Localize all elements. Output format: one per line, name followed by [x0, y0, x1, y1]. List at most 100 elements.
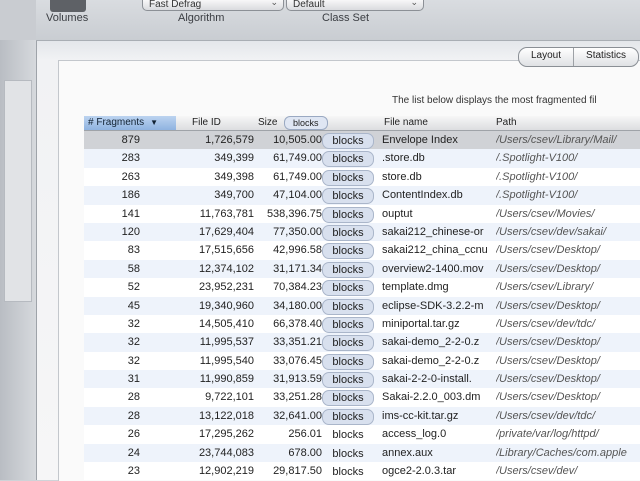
column-path[interactable]: Path — [496, 117, 517, 128]
file-name-cell: Envelope Index — [382, 134, 458, 146]
path-cell: /Users/csev/Desktop/ — [496, 354, 600, 367]
fragments-cell: 83 — [127, 244, 140, 257]
file-id-cell: 19,340,960 — [198, 299, 254, 312]
table-row[interactable]: 52 23,952,231 70,384.23 blocks template.dmg /… — [84, 278, 640, 297]
path-cell: /.Spotlight-V100/ — [496, 152, 578, 165]
sidebar-list[interactable] — [4, 80, 32, 302]
file-id-cell: 1,726,579 — [205, 134, 254, 146]
fragments-cell: 24 — [127, 446, 140, 459]
size-unit-badge: blocks — [322, 316, 374, 333]
file-name-cell: ogce2-2.0.3.tar — [382, 465, 456, 478]
tab-layout[interactable]: Layout — [519, 48, 575, 66]
fragments-cell: 283 — [121, 152, 140, 165]
file-name-cell: sakai-demo_2-2-0.z — [382, 336, 480, 349]
path-cell: /.Spotlight-V100/ — [496, 170, 578, 183]
size-cell: 33,076.45 — [273, 354, 322, 367]
file-id-cell: 349,700 — [214, 189, 254, 202]
file-id-cell: 349,399 — [214, 152, 254, 165]
table-row[interactable]: 26 17,295,262 256.01 blocks access_log.0/pri… — [84, 425, 640, 444]
table-row[interactable]: 32 11,995,540 33,076.45 blocks sakai-demo_2-… — [84, 351, 640, 371]
table-row[interactable]: 32 14,505,410 66,378.40 blocks miniportal.ta… — [84, 314, 640, 334]
path-cell: /.Spotlight-V100/ — [496, 189, 578, 202]
sidebar-header — [0, 0, 36, 40]
file-id-cell: 11,763,781 — [199, 207, 254, 220]
table-row[interactable]: 23 12,902,219 29,817.50 blocks ogce2-2.0.3.t… — [84, 462, 640, 481]
path-cell: /Users/csev/Desktop/ — [496, 262, 600, 275]
fragments-cell: 58 — [127, 262, 140, 275]
size-cell: 29,817.50 — [273, 465, 322, 478]
size-cell: 66,378.40 — [273, 317, 322, 330]
size-unit-badge: blocks — [322, 188, 374, 205]
table-row[interactable]: 120 17,629,404 77,350.00 blocks sakai212_chi… — [84, 222, 640, 242]
algorithm-value: Fast Defrag — [149, 0, 202, 10]
table-row[interactable]: 32 11,995,537 33,351.21 blocks sakai-demo_2-… — [84, 333, 640, 352]
size-unit-badge: blocks — [332, 429, 364, 442]
size-cell: 61,749.00 — [273, 152, 322, 165]
file-id-cell: 14,505,410 — [198, 317, 254, 330]
table-row[interactable]: 186 349,700 47,104.00 blocks ContentIndex.db… — [84, 186, 640, 205]
path-cell: /Library/Caches/com.apple — [496, 446, 627, 459]
tab-statistics[interactable]: Statistics — [574, 48, 638, 66]
file-name-cell: sakai212_chinese-or — [382, 225, 484, 238]
size-unit-selector[interactable]: blocks — [284, 116, 328, 130]
size-unit-badge: blocks — [322, 133, 374, 149]
classset-label: Class Set — [322, 12, 370, 24]
volumes-label: Volumes — [46, 12, 89, 24]
size-cell: 538,396.75 — [266, 207, 322, 220]
path-cell: /Users/csev/Desktop/ — [496, 373, 600, 386]
table-header: # Fragments ▼ File ID Size blocks File na… — [84, 116, 640, 131]
table-row[interactable]: 24 23,744,083 678.00 blocks annex.aux/Librar… — [84, 443, 640, 463]
fragments-cell: 45 — [127, 299, 140, 312]
file-id-cell: 23,744,083 — [198, 446, 254, 459]
size-unit-badge: blocks — [322, 372, 374, 389]
size-cell: 77,350.00 — [273, 225, 322, 238]
fragments-cell: 31 — [127, 373, 140, 386]
column-file-name[interactable]: File name — [384, 117, 428, 128]
table-row[interactable]: 58 12,374,102 31,171.34 blocks overview2-140… — [84, 259, 640, 279]
algorithm-popup[interactable]: Fast Defrag ⌄ — [142, 0, 284, 11]
file-id-cell: 17,515,656 — [198, 244, 254, 257]
column-fragments[interactable]: # Fragments ▼ — [84, 116, 176, 130]
size-unit-badge: blocks — [322, 408, 374, 425]
file-id-cell: 11,990,859 — [199, 373, 254, 386]
size-unit-badge: blocks — [322, 261, 374, 278]
table-row[interactable]: 28 13,122,018 32,641.00 blocks ims-cc-kit.ta… — [84, 406, 640, 426]
table-row[interactable]: 141 11,763,781 538,396.75 blocks ouptut/User… — [84, 204, 640, 223]
file-id-cell: 17,295,262 — [198, 428, 254, 441]
table-row[interactable]: 83 17,515,656 42,996.58 blocks sakai212_chin… — [84, 241, 640, 260]
volumes-icon[interactable] — [50, 0, 86, 12]
path-cell: /Users/csev/Desktop/ — [496, 299, 600, 312]
table-row[interactable]: 31 11,990,859 31,913.59 blocks sakai-2-2-0-i… — [84, 370, 640, 389]
file-id-cell: 349,398 — [214, 170, 254, 183]
fragments-cell: 23 — [127, 465, 140, 478]
column-file-id[interactable]: File ID — [192, 117, 221, 128]
info-text: The list below displays the most fragmen… — [392, 95, 597, 106]
classset-popup[interactable]: Default ⌄ — [286, 0, 424, 11]
table-row[interactable]: 28 9,722,101 33,251.28 blocks Sakai-2.2.0_00… — [84, 388, 640, 407]
file-id-cell: 11,995,540 — [199, 354, 254, 367]
path-cell: /Users/csev/dev/tdc/ — [496, 409, 596, 422]
table-row[interactable]: 283 349,399 61,749.00 blocks .store.db /.Spot… — [84, 149, 640, 168]
table-row[interactable]: 45 19,340,960 34,180.00 blocks eclipse-SDK-3… — [84, 296, 640, 315]
file-name-cell: annex.aux — [382, 446, 433, 459]
file-name-cell: access_log.0 — [382, 428, 447, 441]
table-row[interactable]: 263 349,398 61,749.00 blocks store.db /.Spotl… — [84, 167, 640, 187]
file-name-cell: overview2-1400.mov — [382, 262, 484, 275]
app-window: Volumes Fast Defrag ⌄ Algorithm Default … — [0, 0, 640, 481]
fragments-cell: 879 — [121, 134, 140, 146]
file-name-cell: ouptut — [382, 207, 413, 220]
file-name-cell: store.db — [382, 170, 422, 183]
view-segmented-control: Layout Statistics — [518, 47, 640, 67]
file-name-cell: eclipse-SDK-3.2.2-m — [382, 299, 484, 312]
size-cell: 31,913.59 — [273, 373, 322, 386]
fragmented-files-table: # Fragments ▼ File ID Size blocks File na… — [84, 116, 640, 481]
toolbar: Volumes Fast Defrag ⌄ Algorithm Default … — [36, 0, 640, 41]
size-cell: 34,180.00 — [273, 299, 322, 312]
size-cell: 70,384.23 — [273, 281, 322, 294]
column-size[interactable]: Size — [258, 117, 277, 128]
table-row[interactable]: 879 1,726,579 10,505.00 blocks Envelope Inde… — [84, 131, 640, 150]
fragments-cell: 32 — [127, 336, 140, 349]
size-cell: 678.00 — [288, 446, 322, 459]
size-unit-badge: blocks — [322, 151, 374, 168]
column-fragments-label: # Fragments — [88, 117, 145, 128]
